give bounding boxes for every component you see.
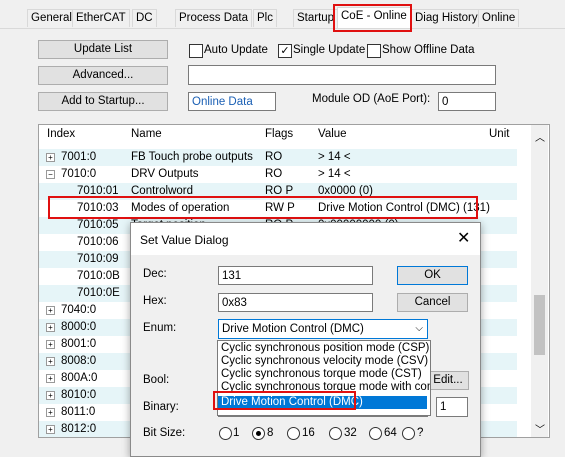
auto-update-label: Auto Update bbox=[204, 44, 268, 56]
bool-label: Bool: bbox=[143, 374, 170, 386]
expand-icon[interactable]: + bbox=[46, 153, 55, 162]
enum-option[interactable]: Cyclic synchronous torque mode (CST) bbox=[221, 368, 422, 381]
col-unit-header[interactable]: Unit bbox=[489, 128, 509, 140]
tab-coe-online[interactable]: CoE - Online bbox=[337, 7, 411, 28]
scroll-up-icon[interactable]: ︿ bbox=[535, 129, 545, 144]
enum-option[interactable]: Cyclic synchronous torque mode with comm bbox=[221, 381, 430, 394]
module-od-label: Module OD (AoE Port): bbox=[312, 93, 431, 105]
hex-label: Hex: bbox=[143, 295, 167, 307]
expand-icon[interactable]: + bbox=[46, 391, 55, 400]
description-field[interactable] bbox=[188, 65, 496, 85]
table-row[interactable]: − 7010:0 DRV Outputs RO > 14 < bbox=[39, 166, 517, 183]
enum-dropdown-list: Cyclic synchronous position mode (CSP) C… bbox=[217, 340, 431, 416]
show-offline-checkbox[interactable] bbox=[367, 44, 381, 58]
binary-label: Binary: bbox=[143, 401, 179, 413]
scroll-down-icon[interactable]: ﹀ bbox=[535, 421, 545, 436]
table-row[interactable]: + 7001:0 FB Touch probe outputs RO > 14 < bbox=[39, 149, 517, 166]
cancel-button[interactable]: Cancel bbox=[397, 293, 468, 312]
expand-icon[interactable]: + bbox=[46, 425, 55, 434]
enum-select[interactable]: Drive Motion Control (DMC) ⌵ bbox=[218, 319, 428, 339]
table-row[interactable]: 7010:03 Modes of operation RW P Drive Motio… bbox=[39, 200, 517, 217]
enum-selected-value: Drive Motion Control (DMC) bbox=[222, 323, 364, 335]
advanced-button[interactable]: Advanced... bbox=[38, 66, 168, 85]
expand-icon[interactable]: + bbox=[46, 374, 55, 383]
ok-button[interactable]: OK bbox=[397, 266, 468, 285]
col-name-header[interactable]: Name bbox=[131, 128, 162, 140]
bitsize-label-16: 16 bbox=[302, 427, 315, 439]
tab-ethercat[interactable]: EtherCAT bbox=[72, 9, 130, 27]
bitsize-radio-any[interactable] bbox=[402, 427, 415, 440]
module-od-field[interactable]: 0 bbox=[438, 92, 496, 111]
bitsize-radio-64[interactable] bbox=[369, 427, 382, 440]
table-row[interactable]: 7010:01 Controlword RO P 0x0000 (0) bbox=[39, 183, 517, 200]
add-to-startup-button[interactable]: Add to Startup... bbox=[38, 92, 168, 111]
bitsize-label-32: 32 bbox=[344, 427, 357, 439]
edit-button[interactable]: Edit... bbox=[427, 371, 469, 390]
expand-icon[interactable]: + bbox=[46, 357, 55, 366]
bitsize-label-any: ? bbox=[417, 427, 424, 439]
enum-option-selected[interactable]: Drive Motion Control (DMC) bbox=[218, 396, 427, 409]
close-icon[interactable]: ✕ bbox=[457, 228, 470, 248]
enum-option[interactable]: Cyclic synchronous position mode (CSP) bbox=[221, 342, 429, 355]
tab-dc[interactable]: DC bbox=[132, 9, 157, 27]
tab-general[interactable]: General bbox=[27, 9, 76, 27]
single-update-label: Single Update bbox=[293, 44, 366, 56]
tab-startup[interactable]: Startup bbox=[293, 9, 339, 27]
auto-update-checkbox[interactable] bbox=[189, 44, 203, 58]
vertical-scrollbar[interactable]: ︿ ﹀ bbox=[531, 125, 548, 437]
enum-label: Enum: bbox=[143, 322, 177, 334]
binary-count-field[interactable]: 1 bbox=[436, 397, 468, 417]
expand-icon[interactable]: + bbox=[46, 340, 55, 349]
chevron-down-icon[interactable]: ⌵ bbox=[415, 320, 423, 338]
col-flags-header[interactable]: Flags bbox=[265, 128, 293, 140]
bitsize-radio-1[interactable] bbox=[219, 427, 232, 440]
dec-field[interactable]: 131 bbox=[218, 266, 373, 285]
tab-diag-history[interactable]: Diag History bbox=[411, 9, 482, 27]
online-data-field[interactable]: Online Data bbox=[188, 92, 276, 111]
bitsize-radio-16[interactable] bbox=[287, 427, 300, 440]
enum-option[interactable]: Cyclic synchronous velocity mode (CSV) bbox=[221, 355, 428, 368]
col-value-header[interactable]: Value bbox=[318, 128, 347, 140]
dialog-title: Set Value Dialog bbox=[140, 233, 229, 247]
bitsize-label-1: 1 bbox=[233, 427, 240, 439]
bitsize-radio-8[interactable] bbox=[252, 427, 265, 440]
expand-icon[interactable]: + bbox=[46, 408, 55, 417]
update-list-button[interactable]: Update List bbox=[38, 40, 168, 59]
expand-icon[interactable]: + bbox=[46, 323, 55, 332]
bitsize-label-8: 8 bbox=[267, 427, 274, 439]
collapse-icon[interactable]: − bbox=[46, 170, 55, 179]
tab-plc[interactable]: Plc bbox=[253, 9, 277, 27]
tab-process-data[interactable]: Process Data bbox=[175, 9, 253, 27]
col-index-header[interactable]: Index bbox=[47, 128, 75, 140]
bitsize-label-64: 64 bbox=[384, 427, 397, 439]
show-offline-label: Show Offline Data bbox=[382, 44, 475, 56]
scrollbar-thumb[interactable] bbox=[534, 295, 545, 355]
tab-bar: General EtherCAT DC Process Data Plc Sta… bbox=[0, 0, 565, 29]
hex-field[interactable]: 0x83 bbox=[218, 293, 373, 312]
dec-label: Dec: bbox=[143, 268, 167, 280]
single-update-checkbox[interactable]: ✓ bbox=[278, 44, 292, 58]
bitsize-radio-32[interactable] bbox=[329, 427, 342, 440]
tab-online[interactable]: Online bbox=[478, 9, 520, 27]
expand-icon[interactable]: + bbox=[46, 306, 55, 315]
bitsize-label: Bit Size: bbox=[143, 427, 186, 439]
